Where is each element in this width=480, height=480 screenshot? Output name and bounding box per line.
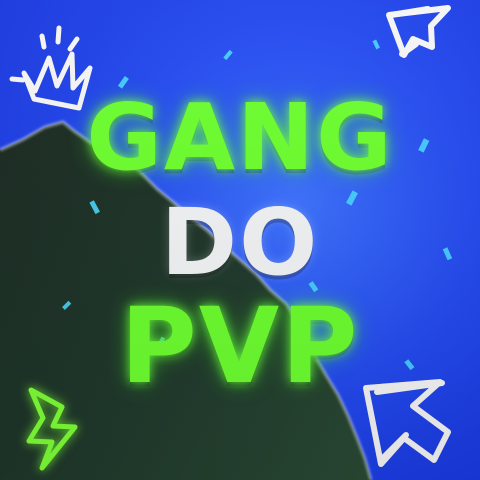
logo-word-do: DO <box>160 189 320 296</box>
logo-letter-g: GANG <box>86 84 394 191</box>
gang-do-pvp-artwork: GANG DO PVP <box>0 0 480 480</box>
logo-word-pvp: PVP <box>120 285 360 407</box>
logo-line-do: DO <box>0 197 480 289</box>
logo-line-pvp: PVP <box>0 294 480 398</box>
logo-line-gang: GANG <box>0 92 480 184</box>
